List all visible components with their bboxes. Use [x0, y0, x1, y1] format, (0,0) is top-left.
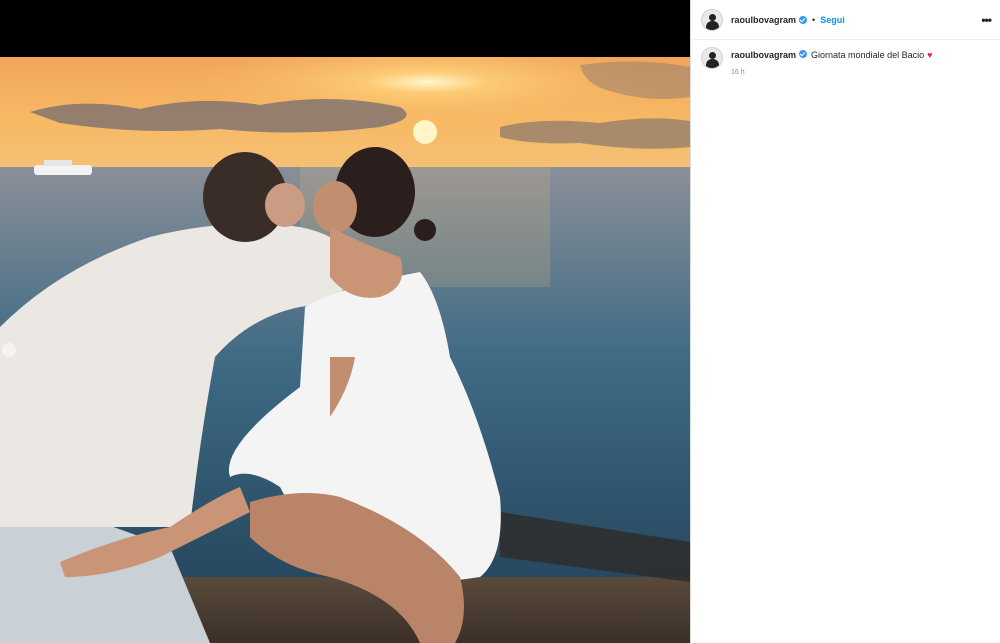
- post-side-pane: raoulbovagram • Segui ••• raoulbovagram G…: [690, 0, 1000, 643]
- caption-body: raoulbovagram Giornata mondiale del Bacio…: [731, 47, 932, 76]
- caption-verified-badge-icon: [799, 50, 808, 58]
- post-caption: raoulbovagram Giornata mondiale del Bacio…: [701, 47, 991, 76]
- caption-text: Giornata mondiale del Bacio: [811, 50, 925, 60]
- caption-avatar[interactable]: [701, 47, 723, 69]
- heart-emoji-icon: ♥: [927, 50, 933, 60]
- post-media-pane: [0, 0, 690, 643]
- follow-button[interactable]: Segui: [820, 15, 845, 25]
- verified-badge-icon: [799, 15, 808, 24]
- post-photo[interactable]: [0, 57, 690, 643]
- carousel-prev-button[interactable]: [2, 343, 16, 357]
- header-username[interactable]: raoulbovagram: [731, 15, 796, 25]
- post-timestamp[interactable]: 16 h: [731, 69, 932, 76]
- avatar[interactable]: [701, 8, 723, 31]
- more-options-icon[interactable]: •••: [981, 13, 992, 27]
- caption-line: raoulbovagram Giornata mondiale del Bacio…: [731, 50, 932, 61]
- header-separator: •: [812, 14, 816, 25]
- caption-username[interactable]: raoulbovagram: [731, 50, 796, 60]
- post-header: raoulbovagram • Segui •••: [691, 0, 1000, 40]
